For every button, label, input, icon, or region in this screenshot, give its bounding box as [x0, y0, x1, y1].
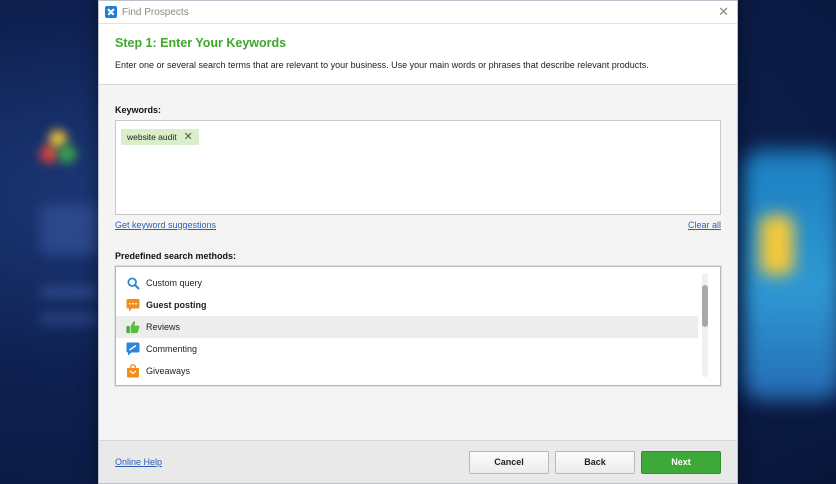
app-logo-icon [105, 6, 117, 18]
next-button[interactable]: Next [641, 450, 721, 474]
keyword-chip: website audit ✕ [121, 129, 199, 145]
keyword-links: Get keyword suggestions Clear all [115, 220, 721, 230]
search-icon [126, 276, 140, 290]
gift-bag-icon [126, 364, 140, 378]
thumbs-up-icon [126, 320, 140, 334]
search-methods-list[interactable]: Custom query Guest posting Reviews Comme… [115, 266, 721, 386]
comment-icon [126, 342, 140, 356]
find-prospects-dialog: Find Prospects ✕ Step 1: Enter Your Keyw… [98, 0, 738, 484]
step-header: Step 1: Enter Your Keywords Enter one or… [99, 23, 737, 85]
online-help-link[interactable]: Online Help [115, 457, 162, 467]
scrollbar-thumb[interactable] [702, 285, 708, 327]
scrollbar[interactable] [702, 273, 708, 377]
back-button[interactable]: Back [555, 450, 635, 474]
method-guest-posting[interactable]: Guest posting [116, 294, 698, 316]
background-blur [760, 215, 794, 275]
background-blur [40, 285, 98, 299]
footer-buttons: Cancel Back Next [469, 450, 721, 474]
step-description: Enter one or several search terms that a… [115, 60, 649, 70]
background-blur [40, 312, 98, 326]
method-label: Giveaways [146, 366, 191, 376]
method-giveaways[interactable]: Giveaways [116, 360, 698, 382]
method-custom-query[interactable]: Custom query [116, 272, 698, 294]
close-icon[interactable]: ✕ [718, 5, 729, 18]
method-commenting[interactable]: Commenting [116, 338, 698, 360]
methods-label: Predefined search methods: [115, 251, 237, 261]
remove-keyword-icon[interactable]: ✕ [184, 132, 193, 143]
dialog-body: Keywords: website audit ✕ Get keyword su… [99, 85, 737, 386]
window-title: Find Prospects [122, 6, 189, 18]
method-reviews[interactable]: Reviews [116, 316, 698, 338]
clear-all-link[interactable]: Clear all [688, 220, 721, 230]
method-label: Guest posting [146, 300, 207, 310]
method-label: Custom query [146, 278, 203, 288]
background-blur [742, 150, 836, 400]
title-bar[interactable]: Find Prospects ✕ [99, 1, 737, 23]
step-title: Step 1: Enter Your Keywords [115, 36, 287, 50]
dialog-footer: Online Help Cancel Back Next [99, 440, 737, 483]
background-blur [40, 205, 100, 255]
method-label: Commenting [146, 344, 198, 354]
get-keyword-suggestions-link[interactable]: Get keyword suggestions [115, 220, 216, 230]
keywords-input[interactable]: website audit ✕ [115, 120, 721, 215]
keywords-label: Keywords: [115, 105, 162, 115]
keyword-chip-label: website audit [127, 132, 177, 142]
cancel-button[interactable]: Cancel [469, 450, 549, 474]
background-blur [58, 145, 76, 163]
chat-bubble-icon [126, 298, 140, 312]
method-label: Reviews [146, 322, 181, 332]
